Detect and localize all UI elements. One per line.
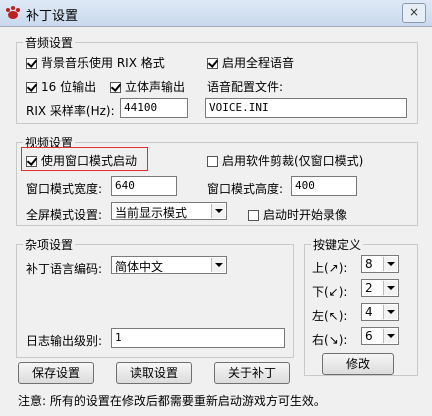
checkbox-box[interactable] <box>26 82 37 93</box>
log-level-label: 日志输出级别: <box>26 334 103 348</box>
modify-keys-button[interactable]: 修改 <box>322 353 394 375</box>
chevron-down-icon[interactable] <box>383 281 397 295</box>
key-up-value: 8 <box>365 257 373 271</box>
bg-music-rix-label: 背景音乐使用 RIX 格式 <box>41 56 165 70</box>
fullscreen-mode-label: 全屏模式设置: <box>26 208 103 222</box>
about-patch-button[interactable]: 关于补丁 <box>214 362 290 384</box>
chevron-down-icon[interactable] <box>211 204 225 218</box>
soft-clip-checkbox[interactable]: 启用软件剪裁(仅窗口模式) <box>207 152 363 169</box>
windowed-start-label: 使用窗口模式启动 <box>41 154 138 168</box>
patch-language-value: 简体中文 <box>115 260 164 274</box>
audio-settings-legend: 音频设置 <box>25 36 74 50</box>
stereo-output-label: 立体声输出 <box>125 80 186 94</box>
rix-rate-label: RIX 采样率(Hz): <box>26 104 115 118</box>
full-voice-label: 启用全程语音 <box>222 56 295 70</box>
key-down-value: 2 <box>365 281 373 295</box>
chevron-down-icon[interactable] <box>383 329 397 343</box>
title-bar: 补丁设置 × <box>0 0 432 27</box>
window-width-input[interactable]: 640 <box>111 176 177 196</box>
output-16bit-checkbox[interactable]: 16 位输出 <box>26 78 96 95</box>
checkbox-box[interactable] <box>207 58 218 69</box>
voice-config-label: 语音配置文件: <box>207 80 284 94</box>
soft-clip-label: 启用软件剪裁(仅窗口模式) <box>222 154 364 168</box>
checkbox-box[interactable] <box>26 156 37 167</box>
key-up-select[interactable]: 8 <box>361 255 399 273</box>
record-on-start-label: 启动时开始录像 <box>263 208 348 222</box>
output-16bit-label: 16 位输出 <box>41 80 97 94</box>
key-left-label: 左(↖): <box>312 309 348 323</box>
checkbox-box[interactable] <box>26 58 37 69</box>
key-right-value: 6 <box>365 329 373 343</box>
key-right-label: 右(↘): <box>312 333 348 347</box>
log-level-input[interactable]: 1 <box>111 328 285 348</box>
rix-rate-input[interactable]: 44100 <box>120 98 188 118</box>
key-down-select[interactable]: 2 <box>361 279 399 297</box>
windowed-start-checkbox[interactable]: 使用窗口模式启动 <box>26 152 137 169</box>
chevron-down-icon[interactable] <box>383 257 397 271</box>
window-title: 补丁设置 <box>26 9 79 24</box>
fullscreen-mode-value: 当前显示模式 <box>115 206 188 220</box>
checkbox-box[interactable] <box>248 210 259 221</box>
key-definitions-legend: 按键定义 <box>313 238 362 252</box>
chevron-down-icon[interactable] <box>383 305 397 319</box>
stereo-output-checkbox[interactable]: 立体声输出 <box>110 78 185 95</box>
chevron-down-icon[interactable] <box>211 258 225 272</box>
record-on-start-checkbox[interactable]: 启动时开始录像 <box>248 206 347 223</box>
key-up-label: 上(↗): <box>312 261 348 275</box>
window-width-label: 窗口模式宽度: <box>26 182 103 196</box>
key-right-select[interactable]: 6 <box>361 327 399 345</box>
patch-language-select[interactable]: 简体中文 <box>111 256 227 274</box>
fullscreen-mode-select[interactable]: 当前显示模式 <box>111 202 227 220</box>
save-settings-button[interactable]: 保存设置 <box>18 362 94 384</box>
misc-settings-legend: 杂项设置 <box>25 238 74 252</box>
paw-icon <box>6 6 20 19</box>
close-icon: × <box>408 5 420 19</box>
key-left-select[interactable]: 4 <box>361 303 399 321</box>
full-voice-checkbox[interactable]: 启用全程语音 <box>207 54 294 71</box>
voice-file-input[interactable]: VOICE.INI <box>205 98 407 118</box>
load-settings-button[interactable]: 读取设置 <box>116 362 192 384</box>
key-left-value: 4 <box>365 305 373 319</box>
bg-music-rix-checkbox[interactable]: 背景音乐使用 RIX 格式 <box>26 54 165 71</box>
key-down-label: 下(↙): <box>312 285 348 299</box>
patch-language-label: 补丁语言编码: <box>26 262 103 276</box>
window-height-label: 窗口模式高度: <box>207 182 284 196</box>
checkbox-box[interactable] <box>207 156 218 167</box>
checkbox-box[interactable] <box>110 82 121 93</box>
footer-note: 注意: 所有的设置在修改后都需要重新启动游戏方可生效。 <box>18 394 326 408</box>
window-height-input[interactable]: 400 <box>291 176 357 196</box>
close-button[interactable]: × <box>402 3 426 23</box>
